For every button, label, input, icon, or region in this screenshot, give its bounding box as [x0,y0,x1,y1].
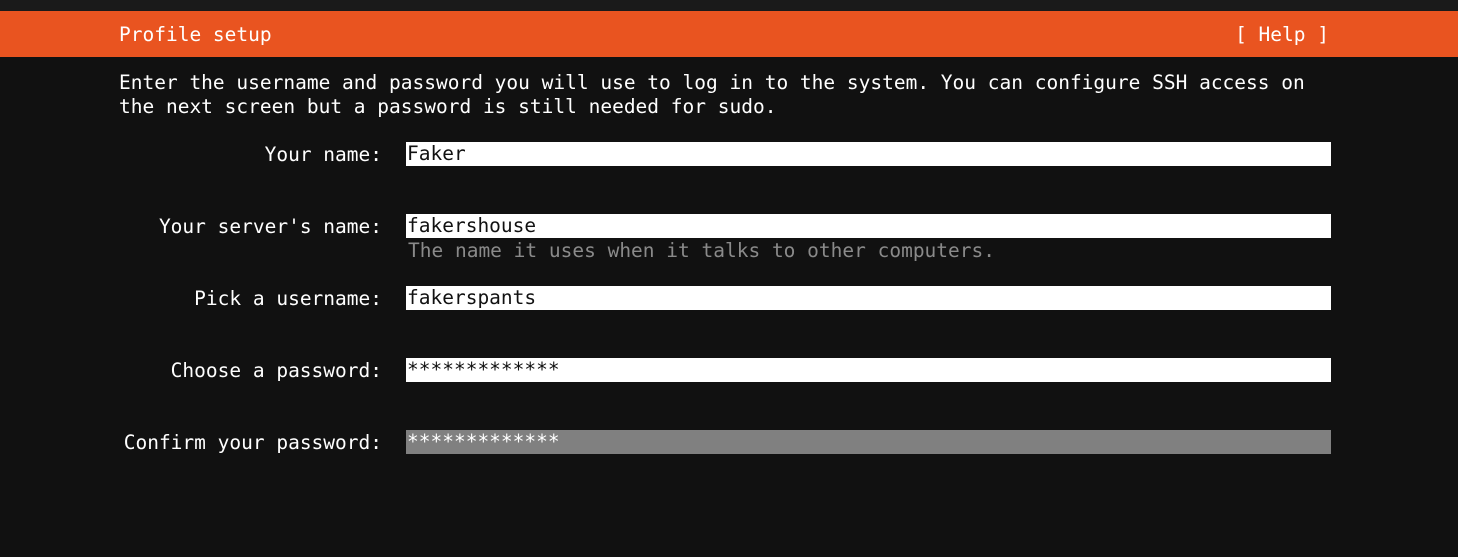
username-field[interactable]: fakerspants [406,286,1331,310]
server-name-label: Your server's name: [158,215,382,238]
intro-text: Enter the username and password you will… [119,71,1334,119]
confirm-password-label: Confirm your password: [123,431,382,454]
intro-line-2: the next screen but a password is still … [119,95,777,118]
username-label: Pick a username: [194,287,382,310]
server-name-hint: The name it uses when it talks to other … [408,239,995,262]
intro-line-1: Enter the username and password you will… [119,71,1305,94]
terminal-top-strip [0,0,1458,11]
server-name-field[interactable]: fakershouse [406,214,1331,238]
header-bar: Profile setup [ Help ] [0,11,1458,57]
your-name-label: Your name: [264,143,382,166]
password-label: Choose a password: [170,359,382,382]
page-title: Profile setup [119,23,272,46]
confirm-password-field[interactable]: ************* [406,430,1331,454]
help-button[interactable]: [ Help ] [1235,23,1329,47]
your-name-field[interactable]: Faker [406,142,1331,166]
password-field[interactable]: ************* [406,358,1331,382]
